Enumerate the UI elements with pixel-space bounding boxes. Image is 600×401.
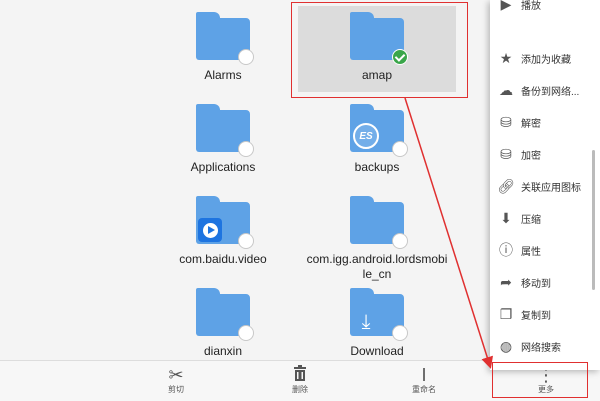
scissors-icon: ✂ [168,365,184,385]
menu-label: 属性 [521,246,541,258]
menu-item-link-app-icon[interactable]: 🔗︎ 关联应用图标 [490,170,600,202]
download-icon: ⤓ [361,311,371,333]
select-checkbox[interactable] [238,49,254,65]
menu-label: 关联应用图标 [521,182,581,194]
folder-label: Applications [190,160,256,174]
globe-search-icon: ◍ [499,337,513,354]
info-icon: ⓘ [499,242,513,258]
folder-label: dianxin [203,344,243,358]
link-icon: 🔗︎ [497,177,515,194]
folder-lordsmobile[interactable]: com.igg.android.lordsmobi le_cn [297,196,457,282]
menu-item-move-to[interactable]: ➦ 移动到 [490,266,600,298]
menu-scrollbar[interactable] [592,150,595,290]
annotation-box-selected [291,2,468,98]
select-checkbox[interactable] [392,233,408,249]
text-cursor-icon: Ι [421,365,427,385]
cut-label: 剪切 [168,385,184,394]
folder-baidu-video[interactable]: com.baidu.video [143,196,303,267]
cloud-upload-icon: ☁ [499,81,513,98]
select-checkbox[interactable] [238,141,254,157]
more-menu: ▶ 播放 ★ 添加为收藏 ☁ 备份到网络... ⛁ 解密 ⛁ 加密 🔗︎ 关联应… [490,0,600,370]
folder-label: com.baidu.video [179,252,267,266]
database-lock-icon: ⛁ [500,113,512,130]
menu-label: 加密 [521,150,541,162]
folder-icon [196,196,254,249]
menu-label: 播放 [521,0,541,12]
delete-button[interactable]: 删除 [270,365,330,395]
folder-icon: ⤓ [350,288,408,341]
rename-button[interactable]: Ι 重命名 [394,365,454,395]
menu-label: 压缩 [521,214,541,226]
folder-backups[interactable]: ES backups [297,104,457,175]
menu-label: 移动到 [521,278,551,290]
select-checkbox[interactable] [392,141,408,157]
folder-label: com.igg.android.lordsmobi le_cn [306,252,448,281]
folder-dianxin[interactable]: dianxin [143,288,303,359]
menu-item-favorite[interactable]: ★ 添加为收藏 [490,42,600,74]
video-app-icon [198,218,222,242]
folder-applications[interactable]: Applications [143,104,303,175]
menu-item-web-search[interactable]: ◍ 网络搜索 [490,330,600,362]
folder-icon [350,196,408,249]
cut-button[interactable]: ✂ 剪切 [146,365,206,395]
delete-label: 删除 [292,385,308,394]
folder-icon: ES [350,104,408,157]
database-lock-icon: ⛁ [500,145,512,162]
folder-label: Download [350,344,404,358]
copy-icon: ❐ [499,305,513,322]
menu-label: 备份到网络... [521,86,580,98]
move-arrow-icon: ➦ [500,273,512,290]
folder-download[interactable]: ⤓ Download [297,288,457,359]
trash-icon [270,365,330,385]
play-icon: ▶ [500,0,512,12]
menu-label: 复制到 [521,310,551,322]
folder-icon [196,12,254,65]
folder-icon [196,104,254,157]
menu-item-properties[interactable]: ⓘ 属性 [490,234,600,266]
menu-label: 网络搜索 [521,342,561,354]
select-checkbox[interactable] [238,325,254,341]
menu-item-decrypt[interactable]: ⛁ 解密 [490,106,600,138]
star-icon: ★ [499,49,513,66]
menu-label: 添加为收藏 [521,54,571,66]
menu-item-copy-to[interactable]: ❐ 复制到 [490,298,600,330]
menu-item-compress[interactable]: ⬇ 压缩 [490,202,600,234]
folder-icon [196,288,254,341]
select-checkbox[interactable] [392,325,408,341]
menu-item-play[interactable]: ▶ 播放 [490,0,600,20]
folder-label: Alarms [204,68,242,82]
compress-icon: ⬇ [500,209,512,226]
menu-label: 解密 [521,118,541,130]
rename-label: 重命名 [412,385,436,394]
es-backup-icon: ES [353,123,379,149]
folder-label: backups [354,160,400,174]
menu-item-backup-network[interactable]: ☁ 备份到网络... [490,74,600,106]
annotation-box-more [492,362,588,398]
select-checkbox[interactable] [238,233,254,249]
folder-alarms[interactable]: Alarms [143,12,303,83]
menu-item-encrypt[interactable]: ⛁ 加密 [490,138,600,170]
